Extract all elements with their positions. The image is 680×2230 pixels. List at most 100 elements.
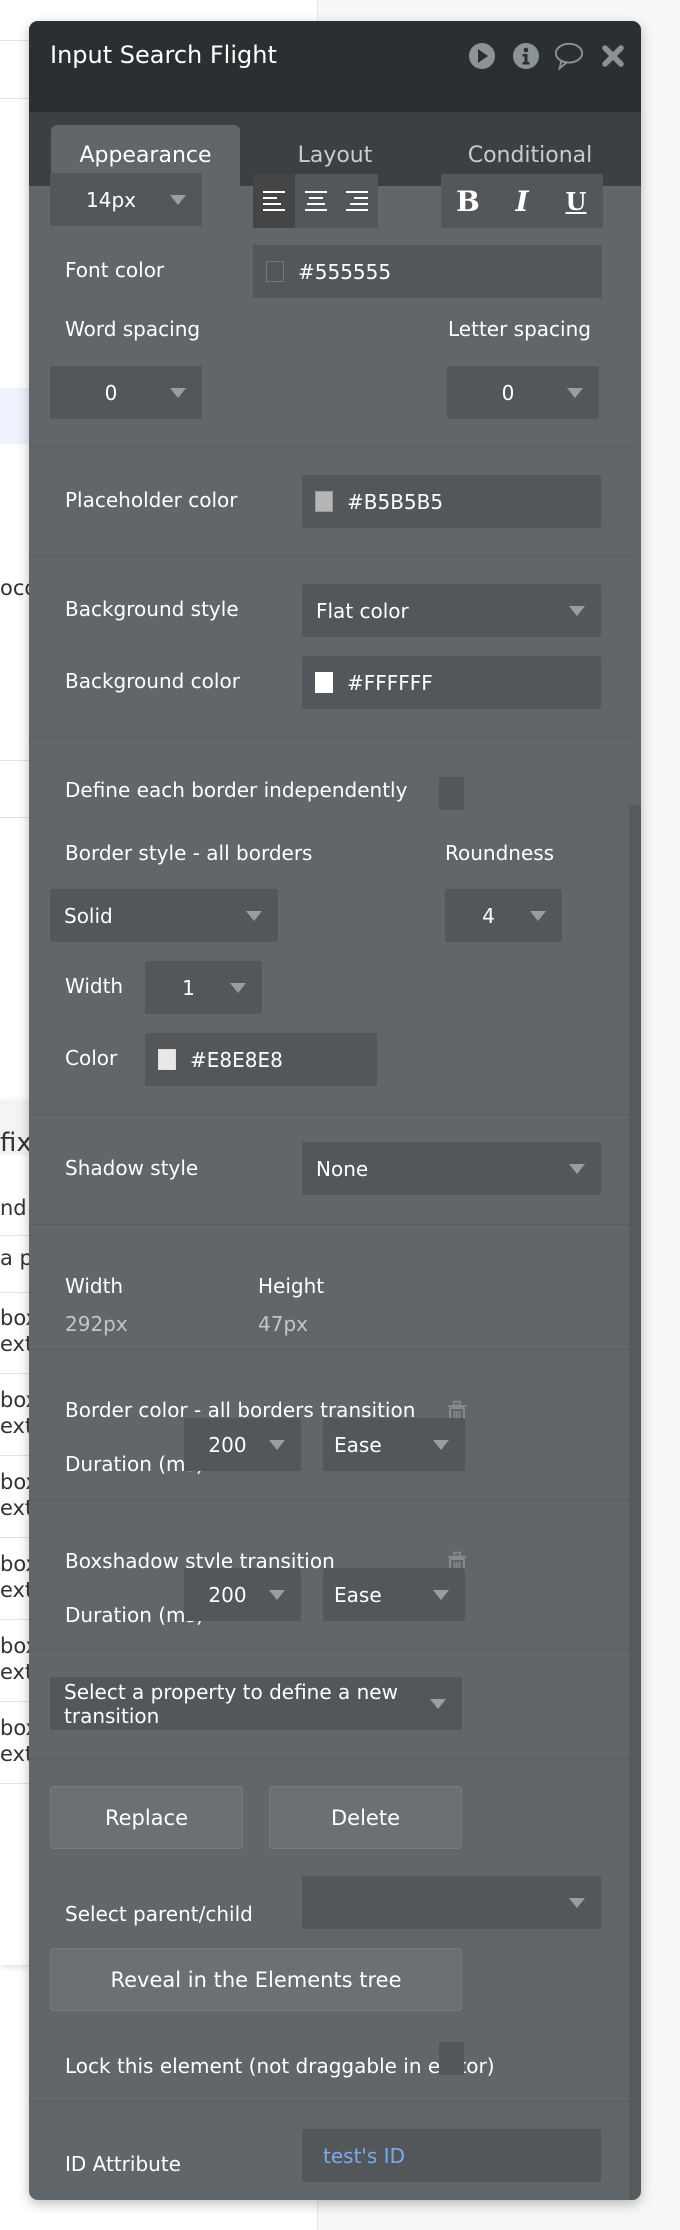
chevron-down-icon	[530, 911, 546, 921]
new-transition-dropdown[interactable]: Select a property to define a new transi…	[50, 1677, 462, 1730]
chevron-down-icon	[569, 1164, 585, 1174]
align-center-button[interactable]	[295, 174, 336, 228]
duration-dropdown[interactable]: 200	[184, 1418, 301, 1471]
chevron-down-icon	[430, 1699, 446, 1709]
easing-dropdown[interactable]: Ease	[323, 1568, 465, 1621]
background-color-value: #FFFFFF	[347, 670, 433, 695]
section-divider	[29, 446, 631, 447]
canvas-text-fragment: box ext	[0, 1388, 30, 1438]
panel-header[interactable]: Input Search Flight	[29, 21, 641, 112]
easing-dropdown[interactable]: Ease	[323, 1418, 465, 1471]
section-divider	[29, 1114, 631, 1115]
font-color-input[interactable]: #555555	[253, 245, 602, 298]
background-color-swatch[interactable]	[315, 672, 333, 693]
close-icon[interactable]	[598, 41, 628, 71]
letter-spacing-dropdown[interactable]: 0	[447, 366, 599, 419]
duration-dropdown[interactable]: 200	[184, 1568, 301, 1621]
underline-icon: U	[565, 186, 587, 216]
width-label: Width	[65, 1274, 124, 1298]
background-color-input[interactable]: #FFFFFF	[302, 656, 601, 709]
define-borders-label: Define each border independently	[65, 778, 408, 802]
width-value: 292px	[65, 1312, 128, 1336]
info-icon[interactable]	[511, 41, 541, 71]
section-divider	[29, 556, 631, 557]
placeholder-color-value: #B5B5B5	[347, 489, 444, 514]
background-style-label: Background style	[65, 597, 239, 621]
canvas-text-fragment: box ext	[0, 1634, 30, 1684]
section-divider	[29, 1649, 631, 1650]
duration-label: Duration (ms)	[65, 1452, 204, 1476]
font-size-dropdown[interactable]: 14px	[50, 173, 202, 226]
chevron-down-icon	[569, 606, 585, 616]
lock-element-checkbox[interactable]	[439, 2042, 464, 2075]
border-color-input[interactable]: #E8E8E8	[145, 1033, 377, 1086]
comment-icon[interactable]	[554, 41, 584, 71]
font-color-label: Font color	[65, 258, 165, 282]
section-divider	[29, 1499, 631, 1500]
define-borders-checkbox[interactable]	[439, 777, 464, 810]
border-width-label: Width	[65, 974, 124, 998]
section-divider	[29, 1758, 631, 1759]
panel-scrollbar[interactable]	[629, 805, 641, 2200]
shadow-style-dropdown[interactable]: None	[302, 1142, 601, 1195]
play-icon[interactable]	[467, 41, 497, 71]
letter-spacing-label: Letter spacing	[448, 317, 591, 341]
select-parent-child-label: Select parent/child	[65, 1902, 253, 1926]
canvas-text-fragment: oco	[0, 576, 30, 600]
italic-button[interactable]: I	[495, 174, 549, 228]
italic-icon: I	[515, 184, 529, 218]
align-right-button[interactable]	[336, 174, 378, 228]
roundness-value: 4	[482, 903, 495, 928]
chevron-down-icon	[269, 1590, 285, 1600]
placeholder-color-label: Placeholder color	[65, 488, 238, 512]
chevron-down-icon	[246, 911, 262, 921]
background-style-value: Flat color	[316, 598, 409, 623]
letter-spacing-value: 0	[501, 380, 515, 405]
id-attribute-label: ID Attribute	[65, 2152, 181, 2176]
placeholder-color-input[interactable]: #B5B5B5	[302, 475, 601, 528]
font-color-swatch[interactable]	[266, 261, 284, 282]
section-divider	[29, 1224, 631, 1225]
canvas-text-fragment: a p	[0, 1246, 30, 1270]
background-color-label: Background color	[65, 669, 240, 693]
roundness-label: Roundness	[445, 841, 555, 865]
bold-button[interactable]: B	[441, 174, 495, 228]
id-attribute-input[interactable]: test's ID	[302, 2129, 601, 2182]
reveal-in-elements-tree-button[interactable]: Reveal in the Elements tree	[50, 1948, 462, 2011]
replace-button[interactable]: Replace	[50, 1786, 243, 1849]
chevron-down-icon	[569, 1898, 585, 1908]
chevron-down-icon	[230, 983, 246, 993]
align-left-button[interactable]	[253, 174, 295, 228]
align-left-icon	[263, 191, 285, 211]
chevron-down-icon	[567, 388, 583, 398]
roundness-dropdown[interactable]: 4	[445, 889, 562, 942]
background-style-dropdown[interactable]: Flat color	[302, 584, 601, 637]
chevron-down-icon	[433, 1590, 449, 1600]
select-parent-child-dropdown[interactable]	[302, 1876, 601, 1929]
border-style-value: Solid	[64, 903, 113, 928]
border-color-value: #E8E8E8	[190, 1047, 283, 1072]
new-transition-placeholder: Select a property to define a new transi…	[64, 1679, 398, 1728]
word-spacing-label: Word spacing	[65, 317, 201, 341]
placeholder-color-swatch[interactable]	[315, 491, 333, 512]
chevron-down-icon	[170, 388, 186, 398]
section-divider	[29, 737, 631, 738]
word-spacing-dropdown[interactable]: 0	[50, 366, 202, 419]
border-width-dropdown[interactable]: 1	[145, 961, 262, 1014]
border-color-label: Color	[65, 1046, 118, 1070]
border-style-dropdown[interactable]: Solid	[50, 889, 278, 942]
duration-label: Duration (ms)	[65, 1603, 204, 1627]
align-right-icon	[346, 191, 368, 211]
duration-value: 200	[208, 1432, 247, 1457]
delete-button[interactable]: Delete	[269, 1786, 462, 1849]
bold-icon: B	[456, 184, 480, 218]
canvas-text-fragment: box ext	[0, 1716, 30, 1766]
id-attribute-value: test's ID	[323, 2143, 405, 2168]
canvas-text-fragment: box ext	[0, 1552, 30, 1602]
underline-button[interactable]: U	[549, 174, 603, 228]
text-format-group: B I U	[441, 174, 603, 228]
align-center-icon	[304, 191, 327, 211]
easing-value: Ease	[334, 1582, 382, 1607]
border-color-swatch[interactable]	[158, 1049, 176, 1070]
border-width-value: 1	[182, 975, 195, 1000]
